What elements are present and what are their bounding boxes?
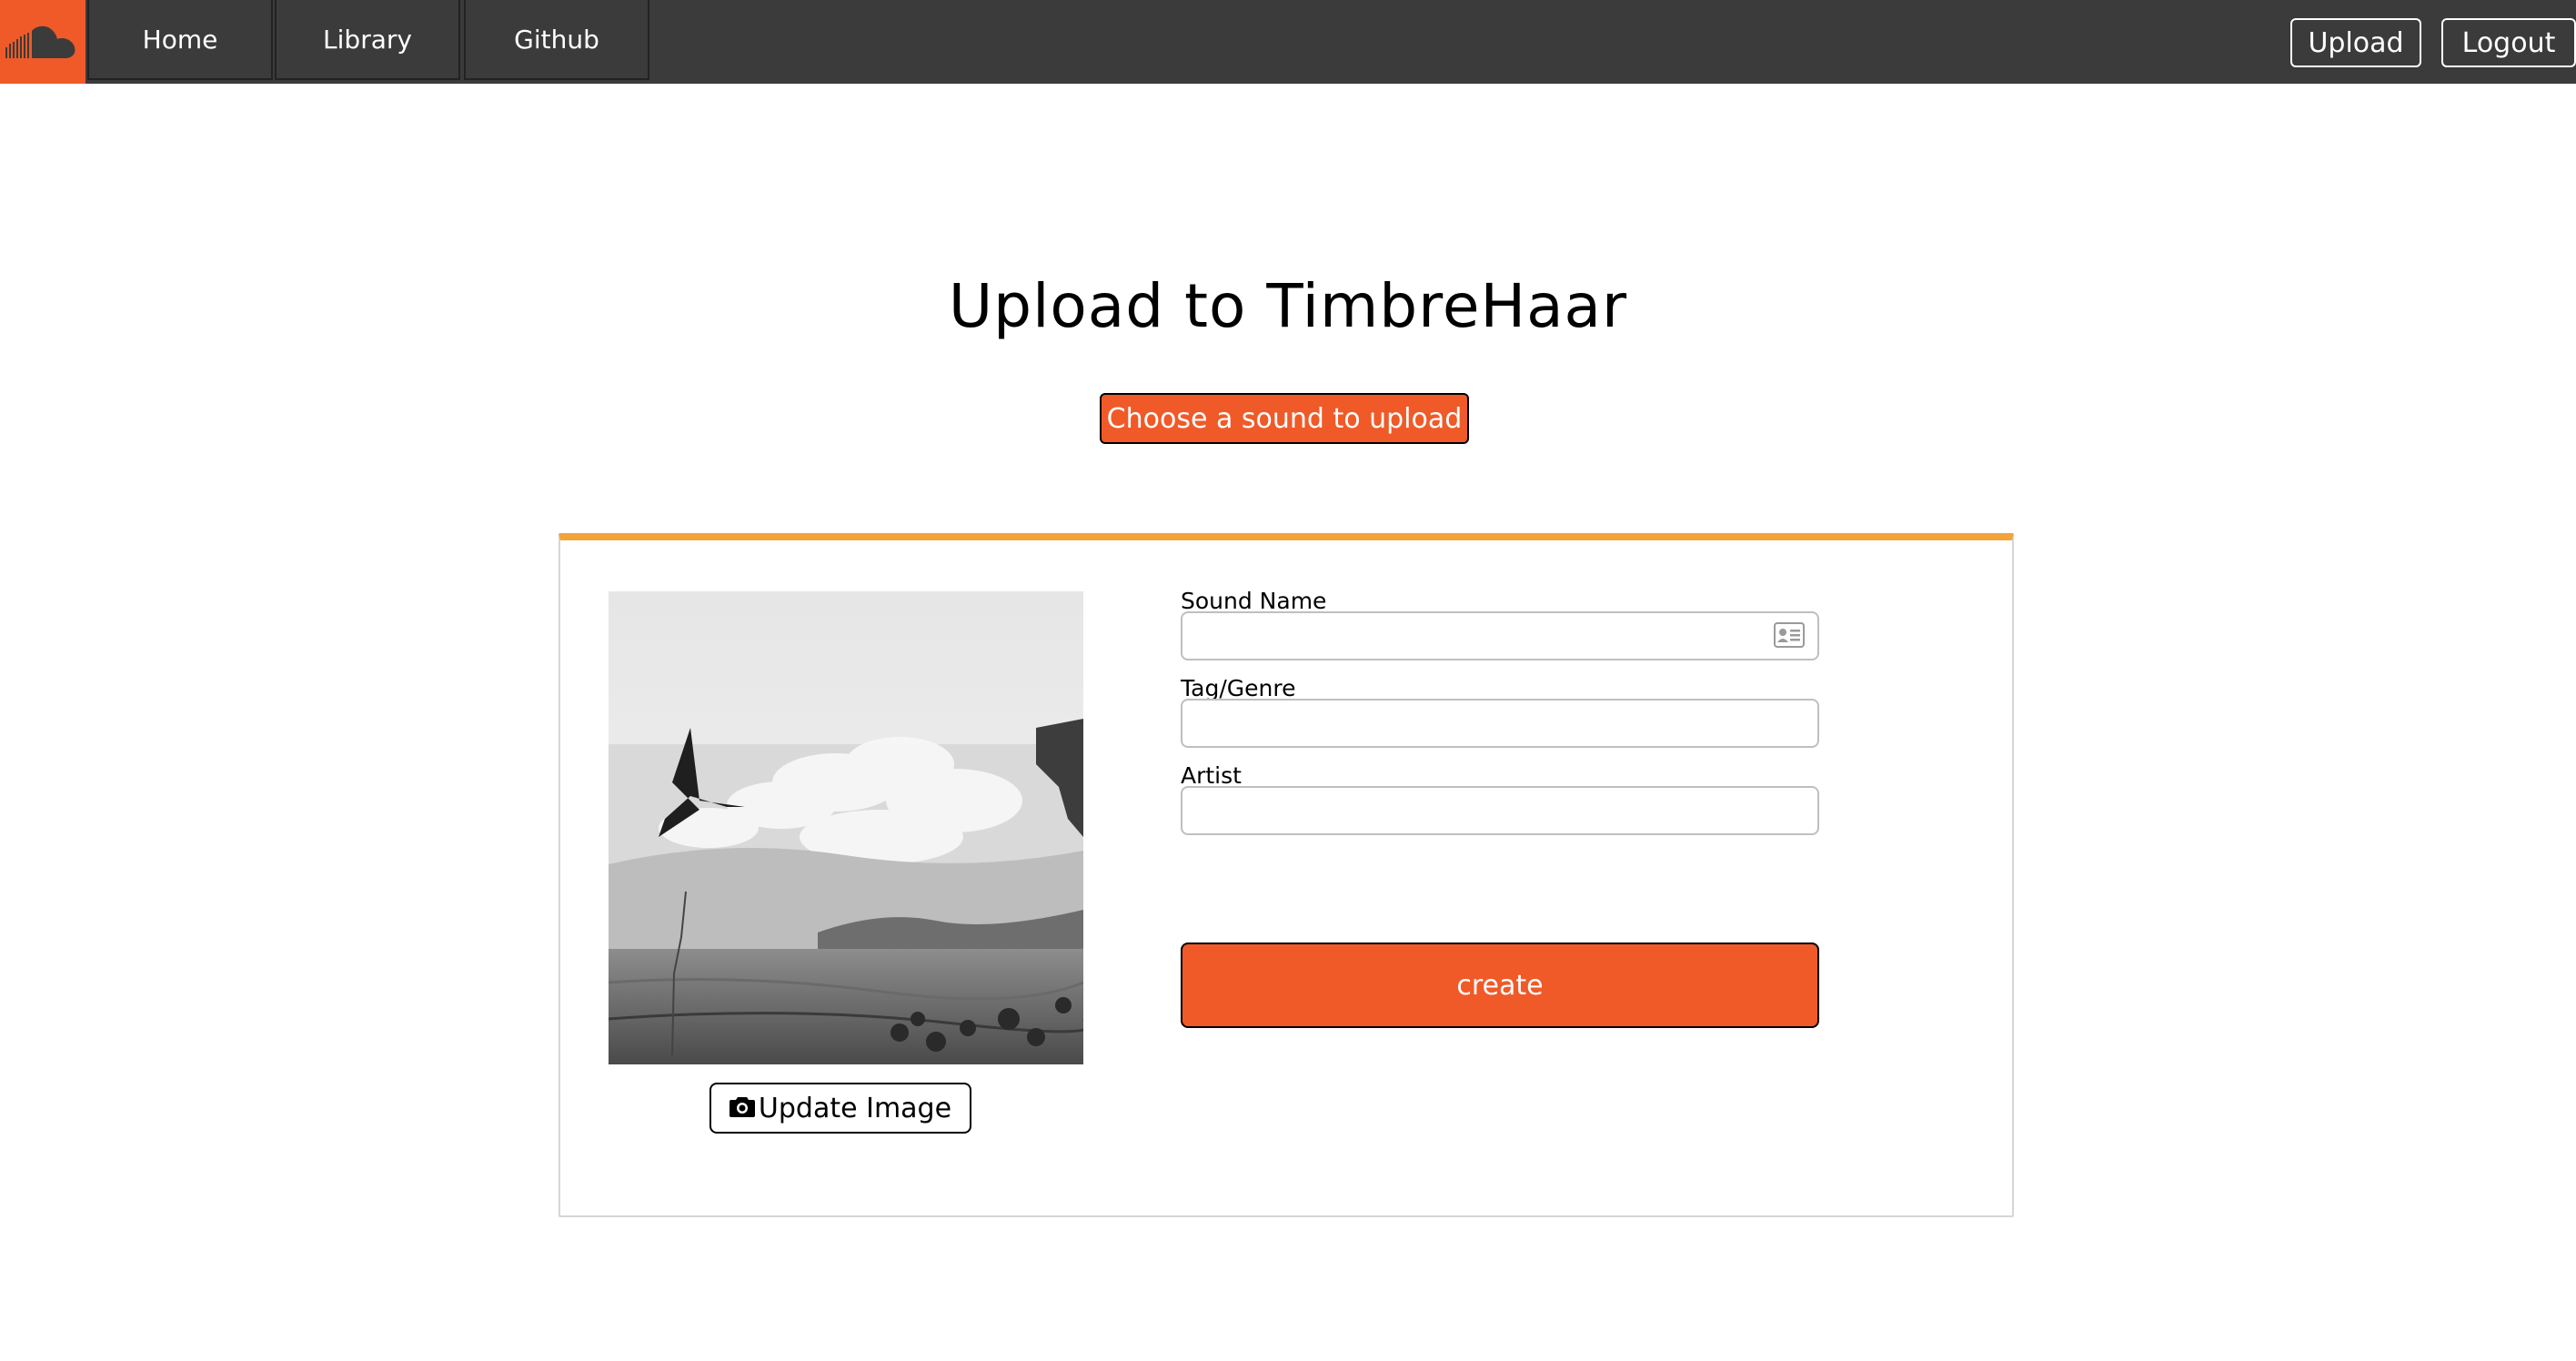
update-image-button[interactable]: Update Image [709,1083,971,1134]
update-image-label: Update Image [758,1092,952,1124]
camera-icon [729,1093,755,1124]
artist-input[interactable] [1181,786,1819,835]
nav-tab-label: Home [142,24,218,55]
top-navbar: Home Library Github Upload Logout [0,0,2576,84]
sound-name-label: Sound Name [1181,588,1327,614]
choose-sound-button[interactable]: Choose a sound to upload [1100,393,1469,444]
soundcloud-logo-icon[interactable] [0,0,86,84]
choose-sound-label: Choose a sound to upload [1106,402,1463,435]
sound-name-input[interactable] [1181,611,1819,660]
artist-label: Artist [1181,762,1242,789]
upload-button-label: Upload [2308,26,2404,59]
logout-button-label: Logout [2461,26,2556,59]
page-title: Upload to TimbreHaar [948,271,1628,341]
nav-tab-label: Library [323,24,412,55]
create-button-label: create [1456,969,1544,1002]
create-button[interactable]: create [1181,943,1819,1028]
tag-genre-label: Tag/Genre [1181,675,1296,701]
contact-card-icon[interactable] [1774,622,1805,651]
upload-button[interactable]: Upload [2290,18,2421,67]
nav-tab-home[interactable]: Home [87,0,273,80]
cover-image [609,591,1083,1064]
nav-tab-github[interactable]: Github [464,0,649,80]
nav-tab-library[interactable]: Library [275,0,460,80]
tag-genre-input[interactable] [1181,699,1819,748]
logout-button[interactable]: Logout [2441,18,2576,67]
nav-tab-label: Github [514,24,599,55]
